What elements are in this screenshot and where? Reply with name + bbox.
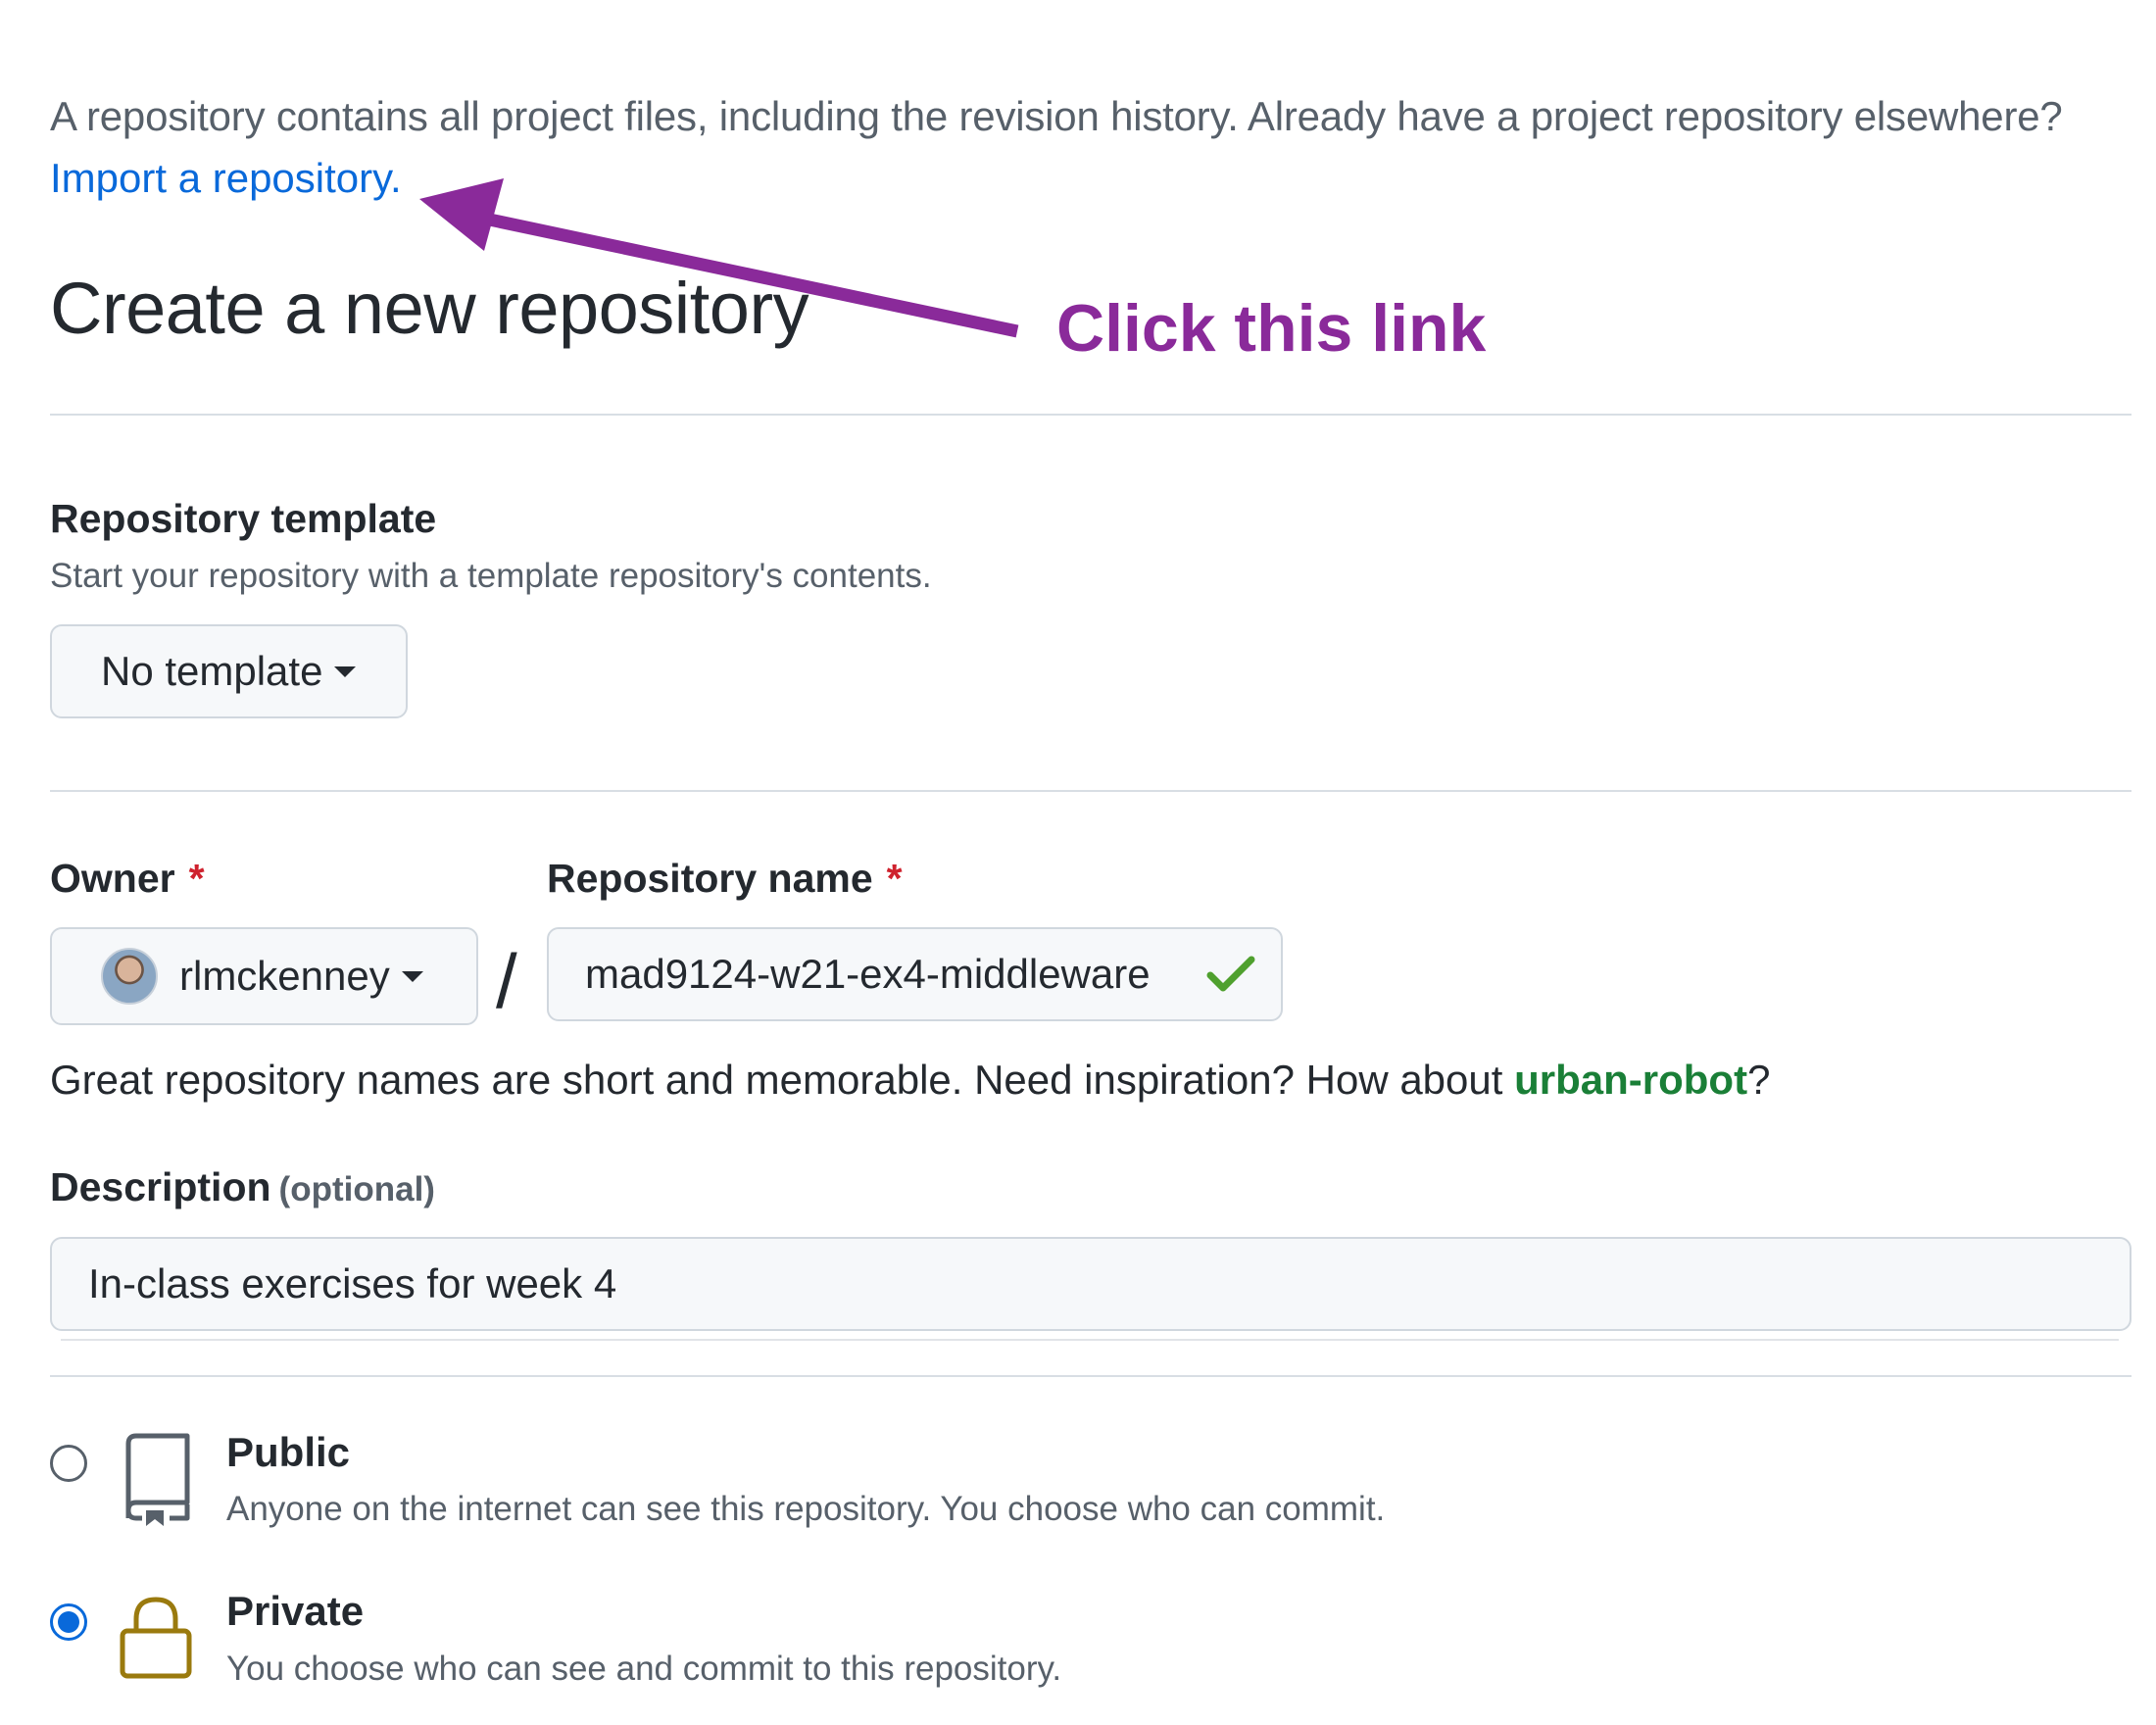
- repo-name-hint: Great repository names are short and mem…: [50, 1057, 1771, 1103]
- divider: [50, 790, 2132, 792]
- intro-text: A repository contains all project files,…: [50, 93, 2063, 139]
- check-icon: [1206, 956, 1255, 992]
- repo-name-label: Repository name *: [547, 856, 903, 901]
- required-asterisk: *: [188, 856, 205, 901]
- divider: [50, 414, 2132, 416]
- template-dropdown-label: No template: [101, 648, 323, 694]
- chevron-down-icon: [334, 665, 357, 677]
- public-title: Public: [226, 1429, 351, 1475]
- private-radio[interactable]: [50, 1603, 87, 1641]
- chevron-down-icon: [401, 970, 423, 982]
- template-help: Start your repository with a template re…: [50, 557, 932, 595]
- private-description: You choose who can see and commit to thi…: [226, 1650, 1062, 1688]
- private-title: Private: [226, 1588, 365, 1634]
- new-repository-page: A repository contains all project files,…: [0, 0, 2156, 1725]
- owner-dropdown-button[interactable]: rlmckenney: [50, 927, 478, 1025]
- public-radio[interactable]: [50, 1445, 87, 1482]
- repo-icon: [125, 1433, 190, 1526]
- annotation-text: Click this link: [1056, 291, 1487, 366]
- input-underline: [61, 1339, 2119, 1341]
- import-repository-link[interactable]: Import a repository.: [50, 155, 402, 202]
- template-label: Repository template: [50, 496, 437, 541]
- template-dropdown-button[interactable]: No template: [50, 624, 408, 718]
- page-title: Create a new repository: [50, 268, 809, 349]
- required-asterisk: *: [886, 856, 903, 901]
- description-label: Description (optional): [50, 1164, 435, 1209]
- owner-value: rlmckenney: [179, 953, 390, 999]
- name-suggestion-link[interactable]: urban-robot: [1514, 1057, 1747, 1103]
- public-description: Anyone on the internet can see this repo…: [226, 1490, 1386, 1528]
- divider: [50, 1375, 2132, 1377]
- description-input[interactable]: In-class exercises for week 4: [50, 1237, 2132, 1331]
- owner-repo-separator: /: [496, 938, 517, 1024]
- description-value: In-class exercises for week 4: [88, 1260, 617, 1306]
- repo-name-input[interactable]: mad9124-w21-ex4-middleware: [547, 927, 1283, 1021]
- optional-tag: (optional): [278, 1170, 435, 1208]
- owner-label: Owner *: [50, 856, 205, 901]
- lock-icon: [120, 1597, 192, 1679]
- repo-name-value: mad9124-w21-ex4-middleware: [585, 951, 1151, 997]
- avatar: [101, 948, 158, 1005]
